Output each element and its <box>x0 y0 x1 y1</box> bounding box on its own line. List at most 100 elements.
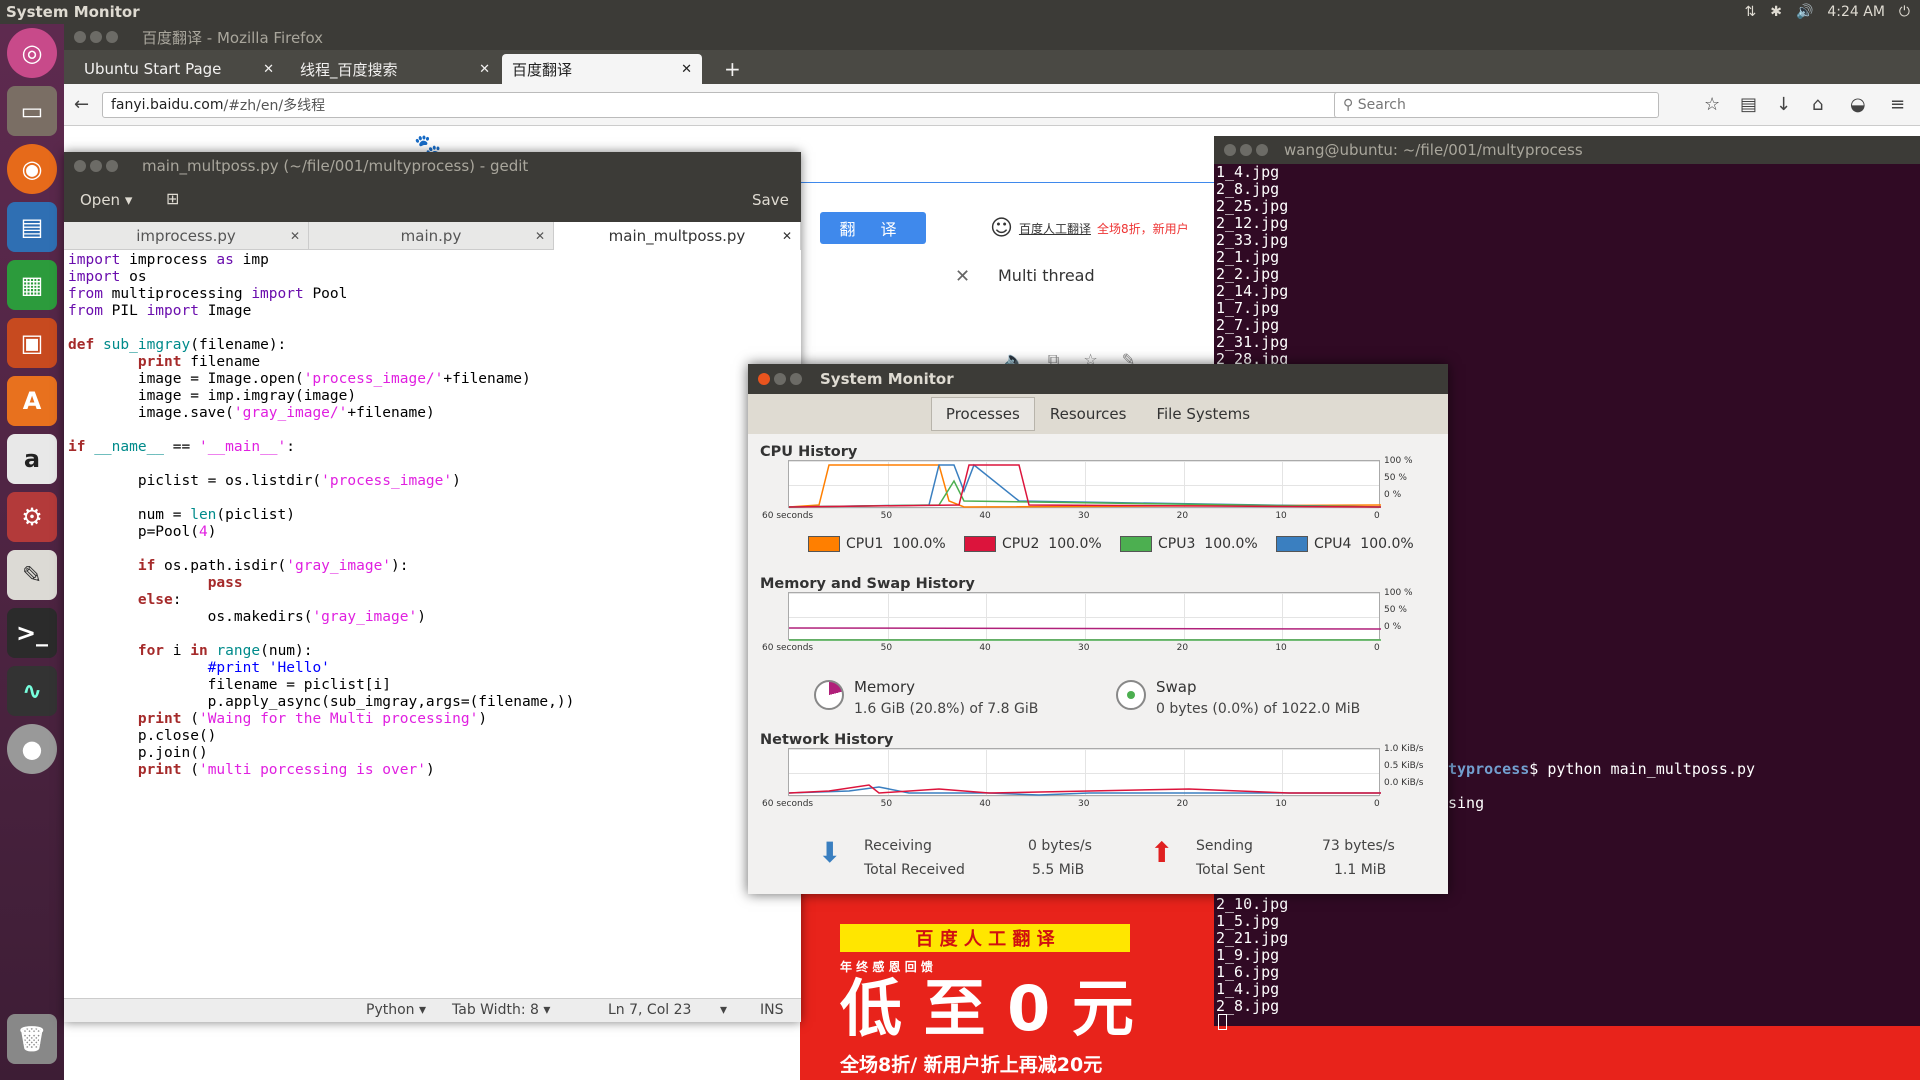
menu-icon[interactable]: ≡ <box>1890 94 1905 115</box>
cpu4-swatch[interactable] <box>1276 536 1308 552</box>
divider <box>800 182 1214 183</box>
maximize-icon[interactable] <box>790 373 802 385</box>
dvd-icon[interactable]: ● <box>7 724 57 774</box>
terminal-line: 1_9.jpg <box>1216 946 1280 964</box>
open-button[interactable]: Open ▾ <box>80 191 132 209</box>
tab-label: improcess.py <box>136 227 236 245</box>
cpu1-swatch[interactable] <box>808 536 840 552</box>
tab-baidu-translate[interactable]: 百度翻译 ✕ <box>502 54 702 84</box>
cpu3-value: 100.0% <box>1204 536 1258 552</box>
translate-button[interactable]: 翻 译 <box>820 212 926 244</box>
minimize-icon[interactable] <box>1240 144 1252 156</box>
terminal-line: 2_8.jpg <box>1216 997 1280 1015</box>
close-icon[interactable] <box>74 160 86 172</box>
software-center-icon[interactable]: A <box>7 376 57 426</box>
firefox-icon[interactable]: ◉ <box>7 144 57 194</box>
terminal-line: 1_4.jpg <box>1216 980 1280 998</box>
bluetooth-icon[interactable]: ✱ <box>1770 4 1782 20</box>
terminal-partial-line: sing <box>1448 794 1485 812</box>
time-tick: 20 <box>1176 799 1189 809</box>
firefox-navbar: ← fanyi.baidu.com/#zh/en/多线程 ⚲ Search ☆ … <box>64 84 1920 126</box>
clear-input-icon[interactable]: ✕ <box>955 266 970 287</box>
ubuntu-icon[interactable]: ◎ <box>7 28 57 78</box>
launcher: ◎ ▭ ◉ ▤ ▦ ▣ A a ⚙ ✎ >_ ∿ ● 🗑 <box>0 24 64 1080</box>
close-icon[interactable] <box>758 373 770 385</box>
language-selector[interactable]: Python ▾ <box>366 1002 426 1018</box>
amazon-icon[interactable]: a <box>7 434 57 484</box>
download-arrow-icon: ⬇ <box>818 836 842 869</box>
cpu2-swatch[interactable] <box>964 536 996 552</box>
terminal-icon[interactable]: >_ <box>7 608 57 658</box>
tab-main[interactable]: main.py ✕ <box>309 222 554 250</box>
settings-icon[interactable]: ⚙ <box>7 492 57 542</box>
url-bar[interactable]: fanyi.baidu.com/#zh/en/多线程 <box>102 92 1362 118</box>
tab-baidu-search[interactable]: 线程_百度搜索 ✕ <box>290 54 500 84</box>
time-tick: 0 <box>1374 643 1380 653</box>
back-icon[interactable]: ← <box>74 94 89 115</box>
tab-ubuntu-start[interactable]: Ubuntu Start Page ✕ <box>74 54 284 84</box>
time-tick: 60 seconds <box>762 799 814 809</box>
clock[interactable]: 4:24 AM <box>1827 4 1885 20</box>
terminal-line: 2_2.jpg <box>1216 265 1280 283</box>
gedit-icon[interactable]: ✎ <box>7 550 57 600</box>
language-label: Python <box>366 1002 415 1018</box>
memory-pie-icon[interactable] <box>814 680 844 710</box>
banner-bottom: 全场8折/ 新用户折上再减20元 <box>840 1054 1103 1076</box>
save-button[interactable]: Save <box>752 191 789 209</box>
reading-list-icon[interactable]: ▤ <box>1740 94 1757 115</box>
writer-icon[interactable]: ▤ <box>7 202 57 252</box>
time-tick: 40 <box>979 799 991 809</box>
tab-label: main.py <box>400 227 462 245</box>
cpu-history-title: CPU History <box>760 444 858 460</box>
close-icon[interactable]: ✕ <box>782 229 792 243</box>
chevron-down-icon[interactable]: ▾ <box>720 1002 727 1018</box>
power-icon[interactable]: ⏻ <box>1899 4 1910 20</box>
minimize-icon[interactable] <box>90 160 102 172</box>
terminal-line: 2_14.jpg <box>1216 282 1289 300</box>
close-icon[interactable]: ✕ <box>535 229 545 243</box>
close-icon[interactable]: ✕ <box>263 62 274 77</box>
tab-processes[interactable]: Processes <box>930 397 1035 431</box>
new-document-icon[interactable]: ⊞ <box>166 189 179 208</box>
close-icon[interactable] <box>74 31 86 43</box>
tab-width-selector[interactable]: Tab Width: 8 ▾ <box>452 1002 550 1018</box>
tab-width-label: Tab Width: 8 <box>452 1002 539 1018</box>
human-translate-link[interactable]: ☺ 百度人工翻译 全场8折，新用户 <box>990 216 1189 241</box>
terminal-cursor <box>1218 1014 1227 1030</box>
maximize-icon[interactable] <box>106 31 118 43</box>
tab-resources[interactable]: Resources <box>1035 397 1142 431</box>
maximize-icon[interactable] <box>106 160 118 172</box>
network-icon[interactable]: ⇅ <box>1744 4 1756 20</box>
minimize-icon[interactable] <box>774 373 786 385</box>
download-icon[interactable]: ↓ <box>1776 94 1791 115</box>
gedit-toolbar: Open ▾ ⊞ Save <box>64 180 801 222</box>
new-tab-button[interactable]: + <box>714 54 751 84</box>
memory-label: Memory <box>854 678 916 696</box>
tab-main-multposs[interactable]: main_multposs.py ✕ <box>554 222 801 250</box>
close-icon[interactable]: ✕ <box>681 62 692 77</box>
bookmark-star-icon[interactable]: ☆ <box>1704 94 1720 115</box>
minimize-icon[interactable] <box>90 31 102 43</box>
close-icon[interactable] <box>1224 144 1236 156</box>
tab-file-systems[interactable]: File Systems <box>1141 397 1265 431</box>
close-icon[interactable]: ✕ <box>479 62 490 77</box>
search-input[interactable]: ⚲ Search <box>1334 92 1659 118</box>
pocket-icon[interactable]: ◒ <box>1850 94 1866 115</box>
files-icon[interactable]: ▭ <box>7 86 57 136</box>
volume-icon[interactable]: 🔊 <box>1796 4 1813 20</box>
time-tick: 30 <box>1078 799 1090 809</box>
terminal-title: wang@ubuntu: ~/file/001/multyprocess <box>1284 141 1583 159</box>
code-editor[interactable]: import improcess as imp import os from m… <box>68 252 798 962</box>
maximize-icon[interactable] <box>1256 144 1268 156</box>
impress-icon[interactable]: ▣ <box>7 318 57 368</box>
tab-improcess[interactable]: improcess.py ✕ <box>64 222 309 250</box>
calc-icon[interactable]: ▦ <box>7 260 57 310</box>
cursor-position[interactable]: Ln 7, Col 23 <box>608 1002 691 1018</box>
system-monitor-icon[interactable]: ∿ <box>7 666 57 716</box>
cpu3-swatch[interactable] <box>1120 536 1152 552</box>
close-icon[interactable]: ✕ <box>290 229 300 243</box>
home-icon[interactable]: ⌂ <box>1812 94 1823 115</box>
trash-icon[interactable]: 🗑 <box>7 1014 57 1064</box>
swap-pie-icon[interactable] <box>1116 680 1146 710</box>
terminal-line: 2_12.jpg <box>1216 214 1289 232</box>
